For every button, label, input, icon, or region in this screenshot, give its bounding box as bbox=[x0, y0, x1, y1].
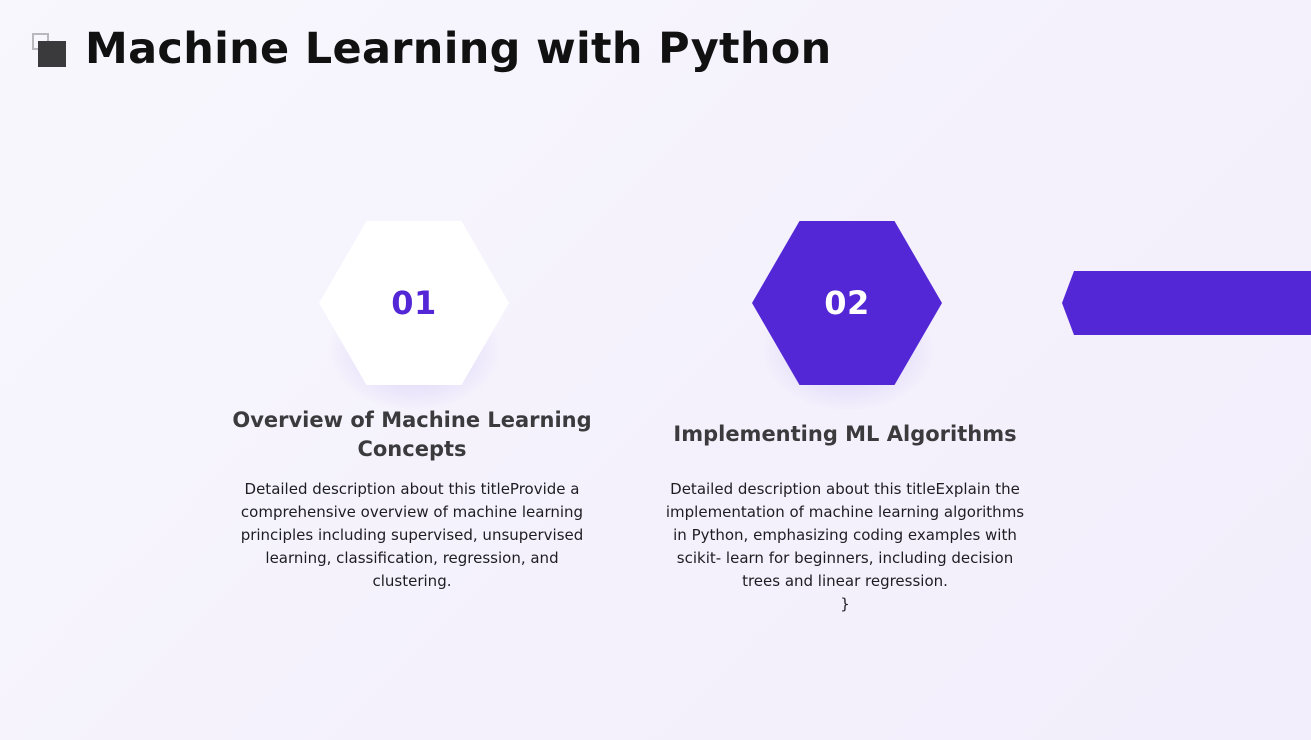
step-description-line: clustering. bbox=[372, 572, 452, 590]
step-description-line: principles including supervised, unsuper… bbox=[240, 526, 584, 544]
page-title: Machine Learning with Python bbox=[85, 24, 832, 74]
step-number: 01 bbox=[391, 284, 437, 322]
step-title-line: Concepts bbox=[357, 437, 467, 461]
layered-squares-icon bbox=[32, 33, 68, 69]
step-title-line: Overview of Machine Learning bbox=[232, 408, 592, 432]
filled-square bbox=[38, 41, 66, 67]
step-card-1: Overview of Machine Learning Concepts De… bbox=[222, 406, 602, 590]
step-title: Implementing ML Algorithms bbox=[655, 420, 1035, 449]
step-description: Detailed description about this titleExp… bbox=[655, 478, 1035, 616]
slide: Machine Learning with Python 01 02 Overv… bbox=[0, 0, 1311, 740]
step-description-line: scikit- learn for beginners, including d… bbox=[676, 549, 1014, 567]
step-description-line: Detailed description about this titleExp… bbox=[670, 480, 1020, 498]
step-description-line: Detailed description about this titlePro… bbox=[244, 480, 580, 498]
step-description-line: learning, classification, regression, an… bbox=[265, 549, 559, 567]
step-description-line: } bbox=[840, 595, 850, 613]
step-card-2: Implementing ML Algorithms Detailed desc… bbox=[655, 406, 1035, 613]
step-title-line: Implementing ML Algorithms bbox=[673, 422, 1017, 446]
step-description-line: in Python, emphasizing coding examples w… bbox=[673, 526, 1017, 544]
next-step-arrow-shape bbox=[1062, 271, 1311, 335]
step-description: Detailed description about this titlePro… bbox=[222, 478, 602, 593]
step-description-line: implementation of machine learning algor… bbox=[665, 503, 1025, 521]
step-number: 02 bbox=[824, 284, 870, 322]
step-title: Overview of Machine Learning Concepts bbox=[222, 406, 602, 464]
step-description-line: trees and linear regression. bbox=[742, 572, 948, 590]
step-description-line: comprehensive overview of machine learni… bbox=[240, 503, 584, 521]
